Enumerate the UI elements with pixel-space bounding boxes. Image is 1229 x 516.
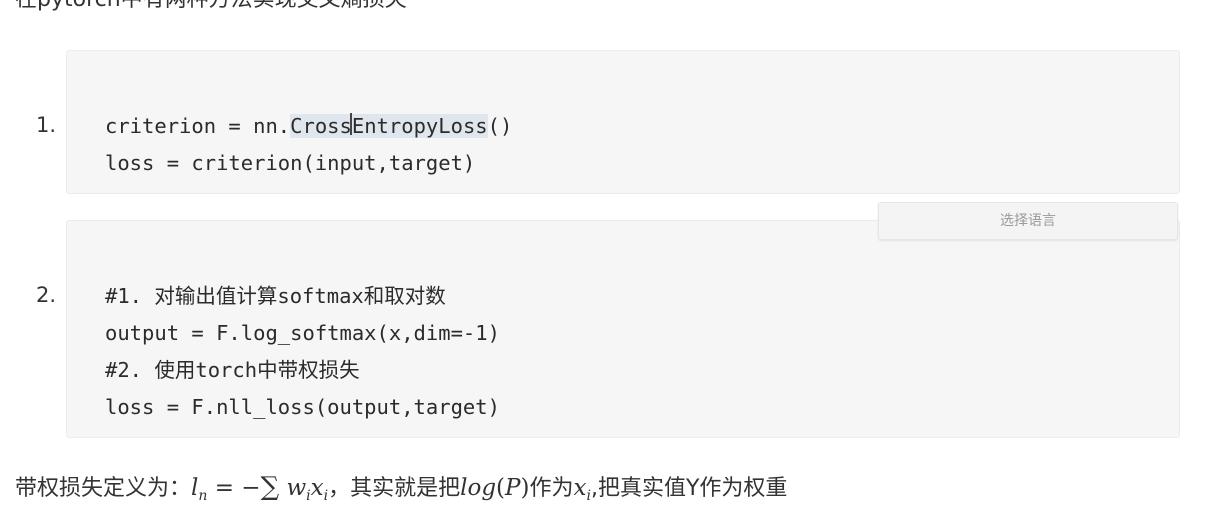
code-line: loss = criterion(input,target): [105, 151, 476, 175]
highlighted-token: CrossEntropyLoss: [290, 113, 488, 138]
code-line: output = F.log_softmax(x,dim=-1): [105, 321, 500, 345]
xi-symbol: xi: [573, 475, 591, 504]
section-heading: 在pytorch中有两种方法实现交叉熵损失: [15, 0, 407, 14]
log-p-expression: log(P): [460, 475, 530, 501]
code-line: criterion = nn.CrossEntropyLoss(): [105, 113, 513, 138]
code-line: loss = F.nll_loss(output,target): [105, 395, 500, 419]
code-comment: #1. 对输出值计算softmax和取对数: [105, 284, 446, 308]
code-block-1[interactable]: criterion = nn.CrossEntropyLoss() loss =…: [66, 50, 1180, 194]
language-select-button[interactable]: 选择语言: [878, 202, 1178, 240]
list-number-1: 1.: [36, 113, 57, 137]
formula-description: 带权损失定义为：ln = −∑ wixi，其实就是把log(P)作为xi,把真实…: [15, 472, 788, 504]
loss-formula: ln = −∑ wixi: [191, 472, 329, 504]
code-block-2[interactable]: #1. 对输出值计算softmax和取对数 output = F.log_sof…: [66, 220, 1180, 438]
list-number-2: 2.: [36, 283, 57, 307]
code-comment: #2. 使用torch中带权损失: [105, 358, 360, 382]
